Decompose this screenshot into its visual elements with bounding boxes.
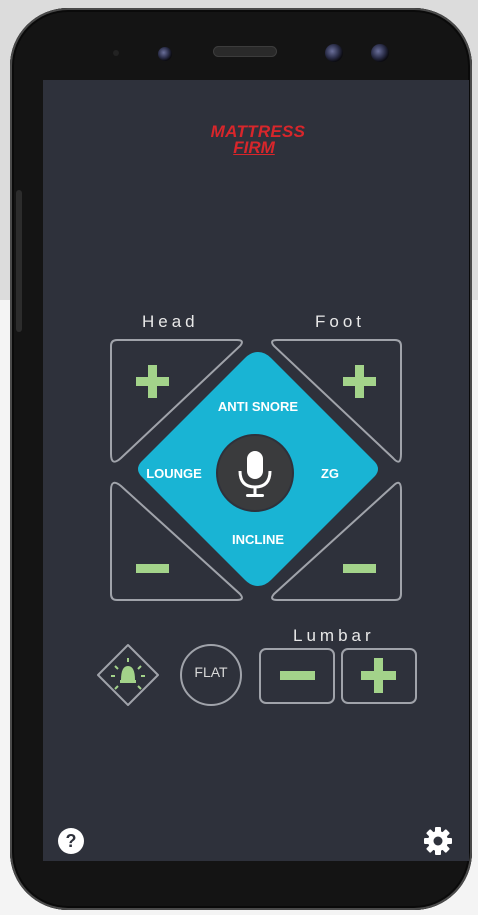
preset-zg[interactable]: ZG (315, 466, 345, 481)
light-button[interactable] (97, 644, 159, 706)
help-icon[interactable]: ? (58, 828, 84, 854)
preset-lounge[interactable]: LOUNGE (139, 466, 209, 481)
earpiece (213, 46, 277, 57)
minus-icon (343, 564, 376, 573)
brand-line2: FIRM (233, 138, 275, 157)
gear-icon[interactable] (423, 826, 453, 856)
preset-incline[interactable]: INCLINE (213, 532, 303, 547)
app-screen: MATTRESS FIRM Head Foot ANTI SNORE LOUNG… (43, 80, 469, 861)
brand-logo: MATTRESS FIRM (203, 123, 313, 156)
foot-label: Foot (315, 312, 366, 331)
flat-label: FLAT (194, 664, 228, 680)
front-camera-secondary (371, 44, 389, 62)
lumbar-minus-button[interactable] (259, 648, 335, 704)
phone-frame: MATTRESS FIRM Head Foot ANTI SNORE LOUNG… (10, 8, 472, 910)
lumbar-plus-button[interactable] (341, 648, 417, 704)
side-button (16, 190, 22, 332)
front-camera (325, 44, 343, 62)
minus-icon (280, 671, 315, 680)
sensor-dot (113, 50, 119, 56)
minus-icon (136, 564, 169, 573)
head-label: Head (142, 312, 199, 331)
bottom-controls (97, 644, 417, 706)
voice-button[interactable] (215, 433, 295, 513)
front-sensor (158, 47, 172, 61)
preset-anti-snore[interactable]: ANTI SNORE (208, 399, 308, 414)
